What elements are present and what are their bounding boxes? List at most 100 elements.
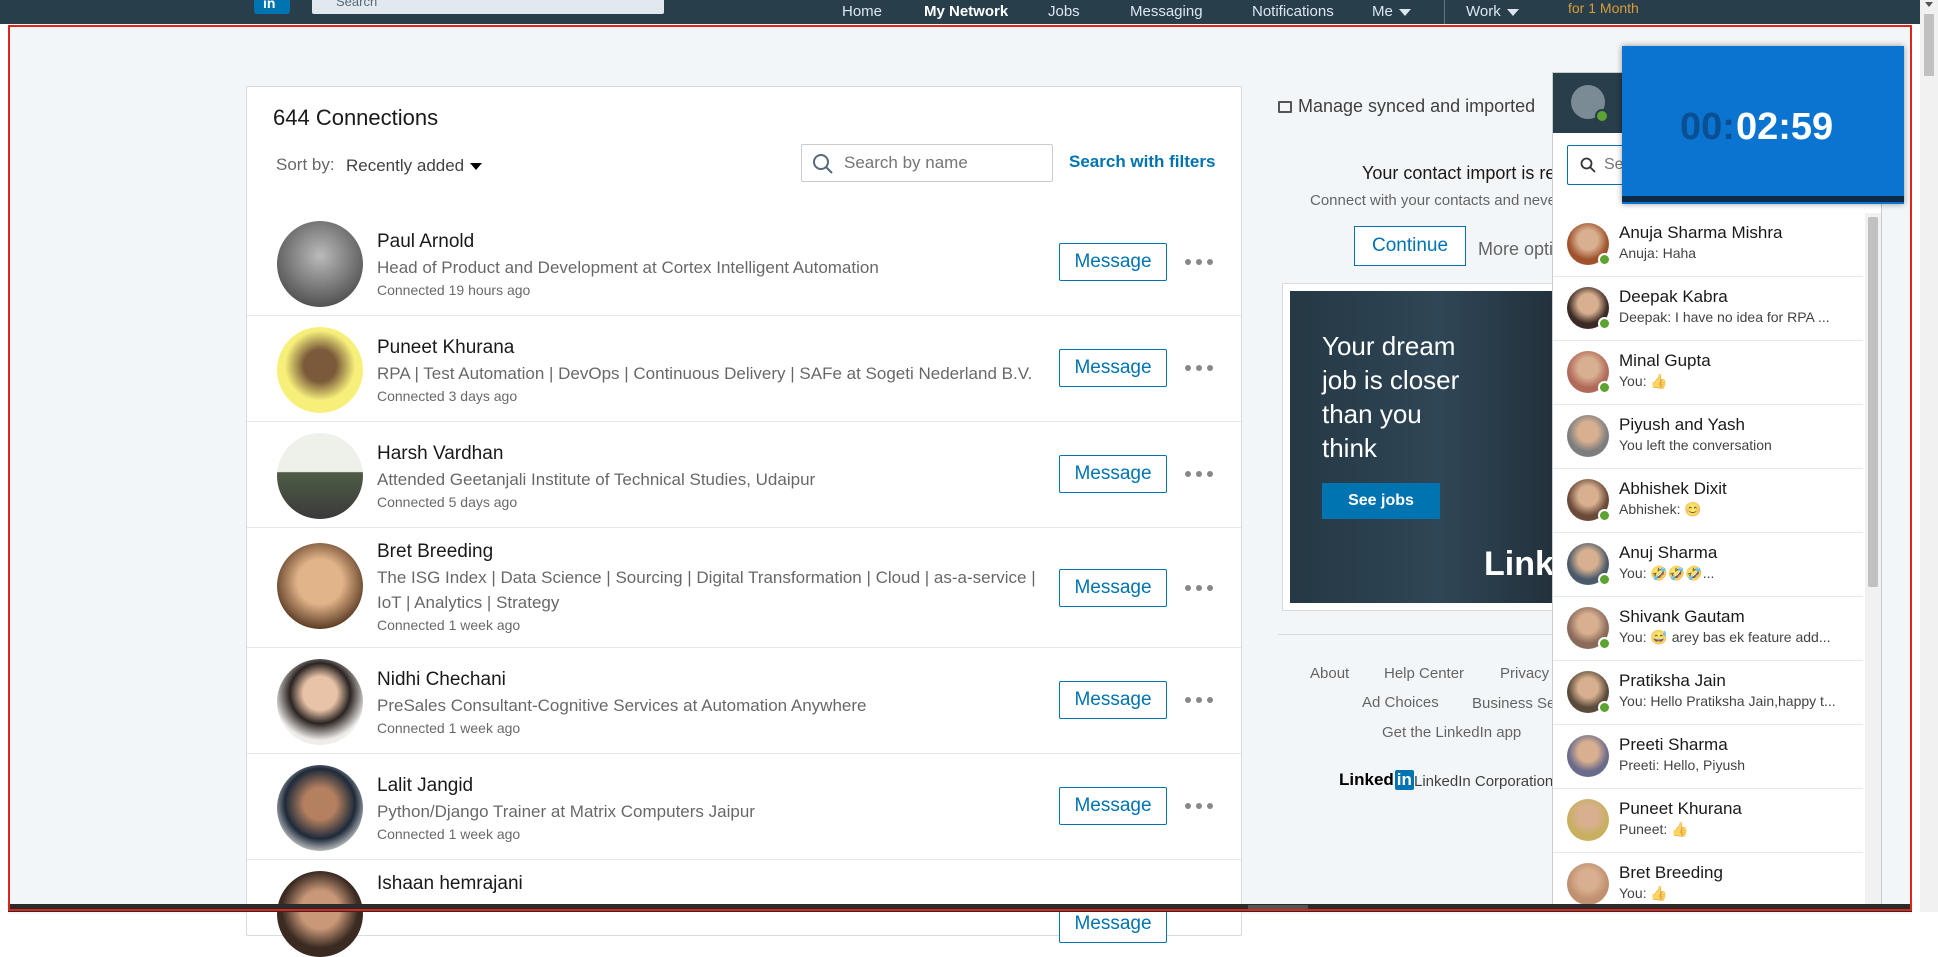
nav-messaging[interactable]: Messaging	[1130, 3, 1203, 20]
connection-row: Puneet Khurana RPA | Test Automation | D…	[247, 315, 1241, 422]
global-search-input[interactable]: Search	[312, 0, 664, 14]
avatar[interactable]	[277, 765, 363, 851]
book-icon	[1278, 101, 1292, 113]
messaging-scrollbar[interactable]	[1865, 213, 1881, 911]
linkedin-logo[interactable]: in	[254, 0, 290, 14]
conversation-preview: You: 👍	[1619, 885, 1668, 901]
linkedin-footer-logo: Linked in	[1339, 770, 1414, 790]
message-button[interactable]: Message	[1059, 569, 1167, 607]
footer-ad-choices[interactable]: Ad Choices	[1362, 694, 1439, 711]
avatar[interactable]	[277, 433, 363, 519]
conversation-item[interactable]: Anuja Sharma Mishra Anuja: Haha	[1553, 213, 1863, 277]
conversation-item[interactable]: Puneet Khurana Puneet: 👍	[1553, 789, 1863, 853]
online-indicator	[1598, 381, 1611, 394]
sort-label: Sort by:	[276, 155, 335, 174]
conversation-item[interactable]: Pratiksha Jain You: Hello Pratiksha Jain,…	[1553, 661, 1863, 725]
scrollbar-thumb[interactable]	[1924, 14, 1934, 76]
continue-button[interactable]: Continue	[1354, 226, 1466, 266]
more-options-icon[interactable]	[1185, 697, 1215, 703]
avatar[interactable]	[277, 327, 363, 413]
connection-name[interactable]: Lalit Jangid	[377, 775, 473, 797]
avatar[interactable]	[277, 871, 363, 957]
footer-business[interactable]: Business Ser	[1472, 695, 1560, 712]
conversation-item[interactable]: Anuj Sharma You: 🤣🤣🤣...	[1553, 533, 1863, 597]
conversation-preview: You left the conversation	[1619, 437, 1772, 453]
timer-value: 02:59	[1736, 106, 1834, 148]
footer-about[interactable]: About	[1310, 665, 1349, 682]
conversation-item[interactable]: Preeti Sharma Preeti: Hello, Piyush	[1553, 725, 1863, 789]
connection-name[interactable]: Puneet Khurana	[377, 337, 514, 359]
scrollbar-thumb[interactable]	[1868, 217, 1878, 587]
conversation-item[interactable]: Shivank Gautam You: 😅 arey bas ek feature…	[1553, 597, 1863, 661]
nav-me[interactable]: Me	[1372, 3, 1411, 20]
scrollbar-thumb[interactable]	[1248, 905, 1308, 911]
nav-jobs[interactable]: Jobs	[1048, 3, 1080, 20]
connection-headline: RPA | Test Automation | DevOps | Continu…	[377, 364, 1033, 383]
timer-overlay[interactable]: 00: 02:59	[1622, 46, 1904, 204]
conversation-item[interactable]: Abhishek Dixit Abhishek: 😊	[1553, 469, 1863, 533]
nav-work[interactable]: Work	[1466, 3, 1519, 20]
page-scrollbar[interactable]	[1920, 0, 1938, 912]
message-button[interactable]: Message	[1059, 681, 1167, 719]
more-options-icon[interactable]	[1185, 471, 1215, 477]
manage-imported-link[interactable]: Manage synced and imported	[1278, 96, 1535, 117]
connection-name[interactable]: Harsh Vardhan	[377, 443, 503, 465]
conversation-name: Anuja Sharma Mishra	[1619, 223, 1783, 242]
conversation-name: Puneet Khurana	[1619, 799, 1742, 818]
avatar[interactable]	[277, 221, 363, 307]
search-with-filters-link[interactable]: Search with filters	[1069, 152, 1215, 172]
footer-privacy[interactable]: Privacy	[1500, 665, 1549, 682]
avatar[interactable]	[277, 659, 363, 745]
more-options-icon[interactable]	[1185, 585, 1215, 591]
connection-headline: The ISG Index | Data Science | Sourcing …	[377, 568, 1036, 612]
nav-notifications[interactable]: Notifications	[1252, 3, 1334, 20]
conversation-item[interactable]: Minal Gupta You: 👍	[1553, 341, 1863, 405]
search-icon	[1580, 157, 1596, 173]
nav-home[interactable]: Home	[842, 3, 882, 20]
premium-promo-link[interactable]: for 1 Month	[1568, 0, 1639, 16]
horizontal-scrollbar[interactable]	[8, 904, 1912, 912]
connection-name[interactable]: Nidhi Chechani	[377, 669, 506, 691]
message-button[interactable]: Message	[1059, 455, 1167, 493]
online-indicator	[1598, 637, 1611, 650]
online-indicator	[1595, 109, 1609, 123]
caret-down-icon	[470, 163, 483, 171]
footer-divider	[1278, 634, 1568, 635]
conversation-preview: Deepak: I have no idea for RPA ...	[1619, 309, 1830, 325]
conversation-preview: You: 👍	[1619, 373, 1668, 389]
nav-divider	[1444, 0, 1445, 24]
connection-time: Connected 19 hours ago	[377, 282, 531, 298]
more-options-icon[interactable]	[1185, 365, 1215, 371]
message-button[interactable]: Message	[1059, 787, 1167, 825]
online-indicator	[1598, 701, 1611, 714]
conversation-name: Bret Breeding	[1619, 863, 1723, 882]
footer-help-center[interactable]: Help Center	[1384, 665, 1464, 682]
see-jobs-button[interactable]: See jobs	[1322, 483, 1440, 519]
conversation-name: Piyush and Yash	[1619, 415, 1746, 434]
online-indicator	[1598, 573, 1611, 586]
conversation-item[interactable]: Deepak Kabra Deepak: I have no idea for R…	[1553, 277, 1863, 341]
message-button[interactable]: Message	[1059, 349, 1167, 387]
job-ad[interactable]: Your dream job is closer than you think …	[1282, 283, 1590, 611]
conversation-preview: You: 😅 arey bas ek feature add...	[1619, 629, 1831, 645]
connection-name[interactable]: Bret Breeding	[377, 541, 493, 563]
avatar	[1567, 735, 1609, 777]
online-indicator	[1598, 509, 1611, 522]
connection-time: Connected 3 days ago	[377, 388, 518, 404]
nav-my-network[interactable]: My Network	[924, 3, 1008, 20]
avatar[interactable]	[277, 543, 363, 629]
sort-dropdown[interactable]: Recently added	[346, 156, 483, 176]
connection-name[interactable]: Ishaan hemrajani	[377, 873, 523, 895]
search-by-name-input[interactable]	[842, 152, 1046, 174]
connections-count-title: 644 Connections	[273, 105, 439, 130]
conversation-item[interactable]: Piyush and Yash You left the conversation	[1553, 405, 1863, 469]
search-by-name-field[interactable]	[801, 144, 1053, 182]
connection-headline: Python/Django Trainer at Matrix Computer…	[377, 802, 755, 821]
more-options-link[interactable]: More opti	[1478, 239, 1553, 260]
scroll-up-arrow-icon[interactable]	[1925, 2, 1933, 7]
footer-get-app[interactable]: Get the LinkedIn app	[1382, 724, 1521, 741]
more-options-icon[interactable]	[1185, 803, 1215, 809]
connection-name[interactable]: Paul Arnold	[377, 231, 474, 253]
more-options-icon[interactable]	[1185, 259, 1215, 265]
message-button[interactable]: Message	[1059, 243, 1167, 281]
